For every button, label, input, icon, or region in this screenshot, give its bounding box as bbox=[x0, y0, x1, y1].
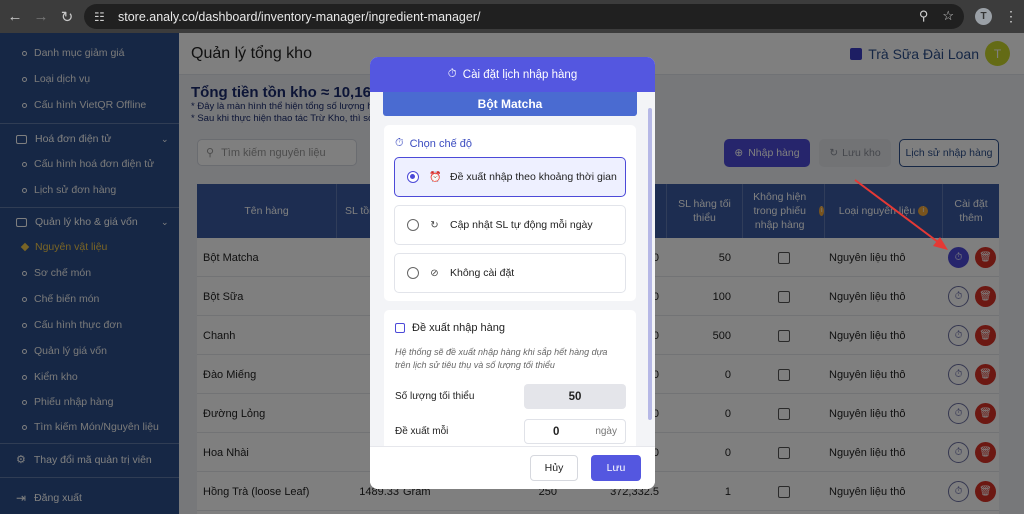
save-button[interactable]: Lưu bbox=[591, 455, 641, 481]
url-text: store.analy.co/dashboard/inventory-manag… bbox=[118, 9, 481, 24]
suggest-description: Hệ thống sẽ đề xuất nhập hàng khi sắp hế… bbox=[395, 347, 608, 371]
radio-unselected[interactable] bbox=[407, 219, 419, 231]
address-bar[interactable]: ☷ store.analy.co/dashboard/inventory-man… bbox=[84, 4, 964, 29]
pointer-arrow bbox=[854, 179, 948, 250]
schedule-icon: ⏱ bbox=[395, 137, 404, 149]
mode-title: ⏱ Chọn chế độ bbox=[395, 137, 472, 150]
modal-body: Bột Matcha ⏱ Chọn chế độ ⏰ Đề xuất nhập … bbox=[370, 92, 655, 446]
ingredient-name: Bột Matcha bbox=[383, 92, 637, 116]
radio-selected[interactable] bbox=[407, 171, 419, 183]
ban-icon: ⊘ bbox=[430, 267, 439, 279]
reload-icon[interactable]: ↻ bbox=[56, 6, 78, 28]
import-schedule-modal: ⏱ Cài đặt lịch nhập hàng Bột Matcha ⏱ Ch… bbox=[370, 57, 655, 489]
refresh-icon: ↻ bbox=[430, 219, 439, 231]
calendar-icon bbox=[395, 323, 405, 333]
modal-footer: Hủy Lưu bbox=[370, 446, 655, 489]
suggest-every-input[interactable]: 0 ngày bbox=[524, 419, 626, 444]
suggest-title-text: Đề xuất nhập hàng bbox=[412, 322, 505, 334]
forward-icon[interactable]: → bbox=[30, 6, 52, 28]
option-auto-update[interactable]: ↻ Cập nhật SL tự động mỗi ngày bbox=[394, 205, 626, 245]
option-suggest-by-period[interactable]: ⏰ Đề xuất nhập theo khoảng thời gian bbox=[394, 157, 626, 197]
min-qty-label: Số lượng tối thiểu bbox=[395, 391, 475, 402]
option-none[interactable]: ⊘ Không cài đặt bbox=[394, 253, 626, 293]
bookmark-star-icon[interactable]: ☆ bbox=[942, 8, 954, 24]
profile-avatar[interactable]: T bbox=[975, 8, 992, 25]
mode-title-text: Chọn chế độ bbox=[409, 137, 472, 150]
scrollbar[interactable] bbox=[648, 108, 652, 420]
mode-card: ⏱ Chọn chế độ ⏰ Đề xuất nhập theo khoảng… bbox=[384, 125, 636, 301]
cancel-button[interactable]: Hủy bbox=[530, 455, 578, 481]
modal-title: Cài đặt lịch nhập hàng bbox=[462, 68, 578, 81]
alarm-icon: ⏰ bbox=[429, 171, 442, 183]
modal-header: ⏱ Cài đặt lịch nhập hàng bbox=[370, 57, 655, 92]
schedule-icon: ⏱ bbox=[447, 68, 457, 80]
browser-menu-icon[interactable]: ⋮ bbox=[1004, 8, 1018, 25]
back-icon[interactable]: ← bbox=[4, 6, 26, 28]
suggest-every-value: 0 bbox=[553, 426, 560, 438]
option-label: Cập nhật SL tự động mỗi ngày bbox=[450, 219, 593, 231]
option-label: Đề xuất nhập theo khoảng thời gian bbox=[450, 171, 617, 183]
suggest-title: Đề xuất nhập hàng bbox=[395, 322, 505, 334]
suggest-card: Đề xuất nhập hàng Hệ thống sẽ đề xuất nh… bbox=[384, 310, 636, 446]
suggest-every-label: Đề xuất mỗi bbox=[395, 426, 449, 437]
browser-chrome: ← → ↻ ☷ store.analy.co/dashboard/invento… bbox=[0, 0, 1024, 33]
min-qty-field[interactable]: 50 bbox=[524, 384, 626, 409]
radio-unselected[interactable] bbox=[407, 267, 419, 279]
site-settings-icon[interactable]: ☷ bbox=[94, 10, 112, 24]
suggest-every-unit: ngày bbox=[595, 426, 617, 437]
option-label: Không cài đặt bbox=[450, 267, 515, 279]
zoom-icon[interactable]: ⚲ bbox=[919, 8, 929, 24]
